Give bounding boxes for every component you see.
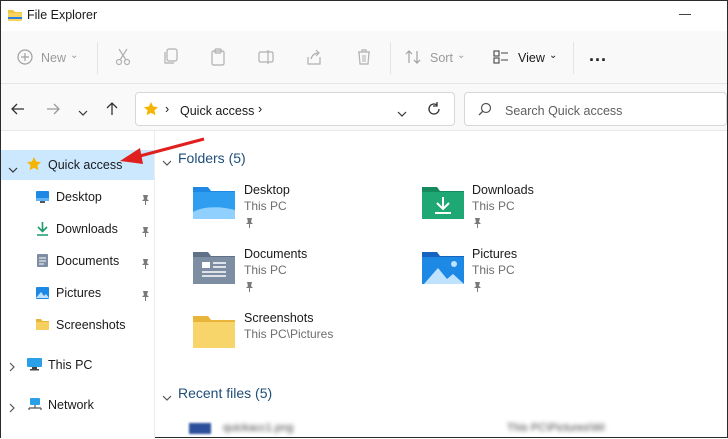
downloads-folder-icon[interactable]: [421, 184, 465, 225]
collapse-folders-chevron-icon[interactable]: [162, 154, 172, 172]
recent-file-name: quickacc1.png: [223, 422, 294, 434]
sidebar-item-network[interactable]: Network: [48, 398, 94, 412]
new-chevron-icon[interactable]: ⌄: [70, 50, 78, 61]
sidebar-item-this-pc[interactable]: This PC: [48, 358, 92, 372]
sort-chevron-icon[interactable]: ⌄: [457, 50, 465, 61]
sort-icon[interactable]: [405, 49, 421, 70]
pictures-folder-icon[interactable]: [421, 249, 465, 290]
sort-button[interactable]: Sort: [430, 51, 453, 65]
refresh-icon[interactable]: [427, 102, 441, 121]
folder-pictures-name[interactable]: Pictures: [472, 247, 517, 261]
this-pc-icon: [26, 357, 43, 376]
rename-icon[interactable]: [258, 48, 274, 71]
recent-files-section-header[interactable]: Recent files (5): [178, 385, 272, 401]
folder-documents-location: This PC: [244, 263, 287, 277]
breadcrumb-quick-access[interactable]: Quick access: [180, 104, 254, 118]
paste-icon[interactable]: [210, 48, 226, 71]
documents-folder-icon[interactable]: [192, 249, 236, 290]
star-icon: [26, 156, 42, 177]
star-icon: [143, 101, 159, 122]
folders-section-header[interactable]: Folders (5): [178, 150, 246, 166]
minimize-button[interactable]: [679, 14, 691, 15]
cut-icon[interactable]: [115, 48, 131, 71]
pin-icon: [141, 192, 150, 210]
pin-icon: [141, 288, 150, 306]
search-input[interactable]: Search Quick access: [505, 104, 622, 118]
recent-chevron-icon[interactable]: [78, 104, 88, 122]
breadcrumb-chevron-icon[interactable]: ›: [258, 102, 262, 116]
expand-right-chevron-icon[interactable]: [8, 359, 16, 377]
folder-icon: [35, 318, 50, 336]
image-file-icon: [189, 423, 211, 434]
folder-pictures-location: This PC: [472, 263, 515, 277]
address-dropdown-icon[interactable]: [397, 105, 407, 123]
view-chevron-icon[interactable]: ⌄: [549, 50, 557, 61]
app-folder-icon: [7, 8, 23, 27]
sidebar-label-quick-access: Quick access: [48, 158, 123, 172]
sidebar-item-screenshots[interactable]: Screenshots: [56, 318, 125, 332]
folder-desktop-name[interactable]: Desktop: [244, 183, 290, 197]
folder-screenshots-location: This PC\Pictures: [244, 327, 334, 341]
expand-right-chevron-icon[interactable]: [8, 400, 16, 418]
forward-arrow-icon[interactable]: [46, 102, 60, 121]
back-arrow-icon[interactable]: [11, 102, 25, 121]
title-bar: [1, 1, 727, 31]
expand-chevron-icon[interactable]: [8, 161, 18, 179]
folder-screenshots-name[interactable]: Screenshots: [244, 311, 313, 325]
pin-icon: [141, 224, 150, 242]
sidebar-item-desktop[interactable]: Desktop: [56, 190, 102, 204]
desktop-icon: [35, 190, 50, 209]
folder-downloads-location: This PC: [472, 199, 515, 213]
share-icon[interactable]: [306, 48, 322, 71]
up-arrow-icon[interactable]: [105, 101, 119, 121]
copy-icon[interactable]: [163, 48, 179, 71]
pin-icon: [473, 215, 482, 233]
pin-icon: [245, 279, 254, 297]
downloads-icon: [35, 221, 50, 241]
pin-icon: [245, 215, 254, 233]
recent-file-row[interactable]: quickacc1.png This PC\Pictures\Wi: [187, 421, 717, 437]
pictures-icon: [35, 286, 50, 305]
recent-file-location: This PC\Pictures\Wi: [507, 422, 605, 434]
view-button[interactable]: View: [518, 51, 545, 65]
breadcrumb-separator-icon[interactable]: ›: [165, 102, 169, 116]
folder-downloads-name[interactable]: Downloads: [472, 183, 534, 197]
new-button[interactable]: New: [41, 51, 66, 65]
new-plus-icon[interactable]: [17, 49, 33, 70]
more-button[interactable]: ...: [589, 45, 607, 66]
window-title: File Explorer: [27, 8, 98, 22]
delete-icon[interactable]: [356, 48, 372, 71]
sidebar-item-documents[interactable]: Documents: [56, 254, 119, 268]
screenshots-folder-icon[interactable]: [192, 313, 236, 354]
toolbar-divider: [97, 42, 98, 74]
documents-icon: [36, 253, 49, 273]
toolbar-divider: [573, 42, 574, 74]
sidebar-item-pictures[interactable]: Pictures: [56, 286, 101, 300]
folder-desktop-location: This PC: [244, 199, 287, 213]
folder-documents-name[interactable]: Documents: [244, 247, 307, 261]
sidebar-item-downloads[interactable]: Downloads: [56, 222, 118, 236]
desktop-folder-icon[interactable]: [192, 184, 236, 225]
pin-icon: [473, 279, 482, 297]
toolbar-divider: [390, 42, 391, 74]
pin-icon: [141, 256, 150, 274]
view-icon[interactable]: [493, 49, 509, 70]
network-icon: [26, 397, 43, 417]
search-icon: [478, 102, 492, 121]
collapse-recent-chevron-icon[interactable]: [162, 389, 172, 407]
